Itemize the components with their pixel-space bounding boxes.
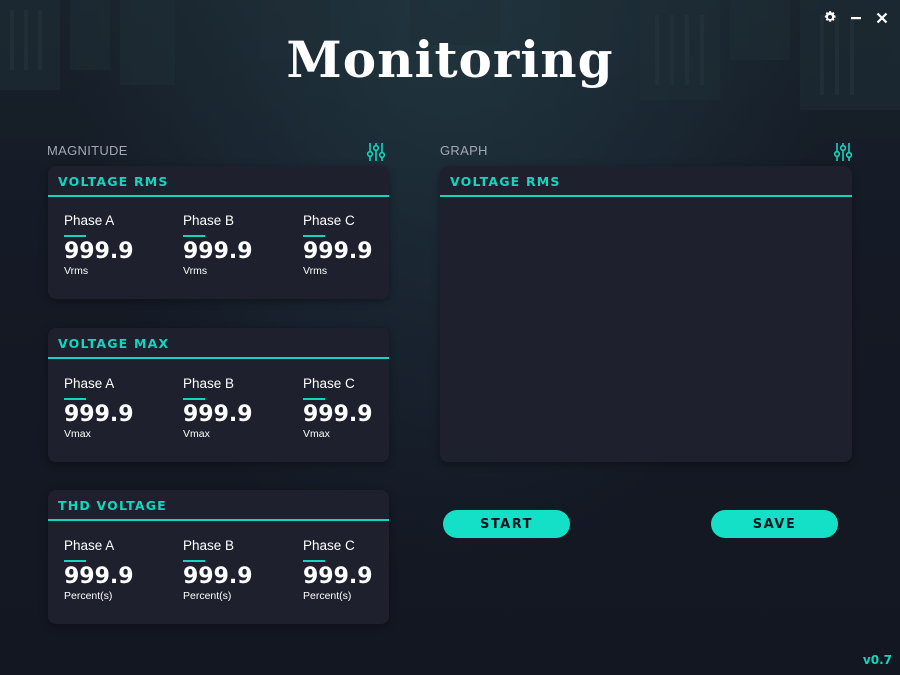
phase-unit: Vrms bbox=[303, 265, 328, 277]
save-button[interactable]: SAVE bbox=[711, 510, 838, 538]
phase-name: Phase C bbox=[303, 538, 355, 553]
minimize-icon bbox=[850, 9, 862, 28]
phase-name: Phase A bbox=[64, 538, 115, 553]
phase-name: Phase B bbox=[183, 376, 235, 391]
magnitude-label: MAGNITUDE bbox=[47, 143, 128, 158]
phase-name: Phase A bbox=[64, 213, 115, 228]
version-label: v0.7 bbox=[862, 653, 892, 667]
phase-unit: Percent(s) bbox=[64, 590, 113, 602]
voltage-rms-card: VOLTAGE RMS Phase A 999.9 Vrms Phase B 9… bbox=[48, 166, 389, 299]
phase-b-reading: Phase B 999.9 Percent(s) bbox=[183, 538, 293, 602]
voltage-max-card: VOLTAGE MAX Phase A 999.9 Vmax Phase B 9… bbox=[48, 328, 389, 462]
phase-readings: Phase A 999.9 Vrms Phase B 999.9 Vrms Ph… bbox=[64, 213, 394, 283]
phase-name: Phase A bbox=[64, 376, 115, 391]
minimize-button[interactable] bbox=[846, 8, 866, 28]
close-icon bbox=[876, 9, 888, 28]
phase-a-reading: Phase A 999.9 Percent(s) bbox=[64, 538, 174, 602]
phase-b-reading: Phase B 999.9 Vmax bbox=[183, 376, 293, 440]
card-title: THD VOLTAGE bbox=[48, 490, 389, 521]
sliders-icon bbox=[365, 143, 387, 167]
thd-voltage-card: THD VOLTAGE Phase A 999.9 Percent(s) Pha… bbox=[48, 490, 389, 624]
magnitude-settings-button[interactable] bbox=[365, 141, 387, 163]
phase-unit: Vrms bbox=[183, 265, 208, 277]
phase-a-reading: Phase A 999.9 Vrms bbox=[64, 213, 174, 277]
phase-underline bbox=[183, 560, 205, 562]
phase-name: Phase B bbox=[183, 538, 235, 553]
phase-c-reading: Phase C 999.9 Vrms bbox=[303, 213, 413, 277]
phase-unit: Vrms bbox=[64, 265, 89, 277]
phase-c-reading: Phase C 999.9 Percent(s) bbox=[303, 538, 413, 602]
sliders-icon bbox=[832, 143, 854, 167]
phase-value: 999.9 bbox=[183, 239, 253, 264]
phase-unit: Vmax bbox=[64, 428, 91, 440]
app-title: Monitoring bbox=[286, 30, 614, 89]
phase-unit: Vmax bbox=[183, 428, 210, 440]
phase-underline bbox=[303, 560, 325, 562]
start-button[interactable]: START bbox=[443, 510, 570, 538]
phase-value: 999.9 bbox=[303, 239, 373, 264]
window-controls bbox=[820, 8, 892, 28]
graph-plot-area[interactable] bbox=[440, 199, 852, 462]
settings-button[interactable] bbox=[820, 8, 840, 28]
phase-value: 999.9 bbox=[64, 564, 134, 589]
phase-value: 999.9 bbox=[303, 564, 373, 589]
graph-card: VOLTAGE RMS bbox=[440, 166, 852, 462]
phase-underline bbox=[183, 398, 205, 400]
phase-readings: Phase A 999.9 Percent(s) Phase B 999.9 P… bbox=[64, 538, 394, 608]
phase-value: 999.9 bbox=[183, 402, 253, 427]
close-button[interactable] bbox=[872, 8, 892, 28]
phase-b-reading: Phase B 999.9 Vrms bbox=[183, 213, 293, 277]
graph-title: VOLTAGE RMS bbox=[440, 166, 852, 197]
graph-settings-button[interactable] bbox=[832, 141, 854, 163]
card-title: VOLTAGE MAX bbox=[48, 328, 389, 359]
phase-value: 999.9 bbox=[64, 239, 134, 264]
phase-underline bbox=[303, 235, 325, 237]
phase-name: Phase C bbox=[303, 376, 355, 391]
phase-unit: Percent(s) bbox=[303, 590, 352, 602]
phase-unit: Vmax bbox=[303, 428, 330, 440]
phase-readings: Phase A 999.9 Vmax Phase B 999.9 Vmax Ph… bbox=[64, 376, 394, 446]
phase-name: Phase B bbox=[183, 213, 235, 228]
phase-name: Phase C bbox=[303, 213, 355, 228]
card-title: VOLTAGE RMS bbox=[48, 166, 389, 197]
phase-underline bbox=[303, 398, 325, 400]
phase-value: 999.9 bbox=[64, 402, 134, 427]
phase-underline bbox=[183, 235, 205, 237]
graph-label: GRAPH bbox=[440, 143, 488, 158]
phase-underline bbox=[64, 560, 86, 562]
gear-icon bbox=[823, 9, 837, 28]
phase-a-reading: Phase A 999.9 Vmax bbox=[64, 376, 174, 440]
phase-value: 999.9 bbox=[303, 402, 373, 427]
phase-unit: Percent(s) bbox=[183, 590, 232, 602]
phase-underline bbox=[64, 235, 86, 237]
phase-value: 999.9 bbox=[183, 564, 253, 589]
phase-c-reading: Phase C 999.9 Vmax bbox=[303, 376, 413, 440]
phase-underline bbox=[64, 398, 86, 400]
